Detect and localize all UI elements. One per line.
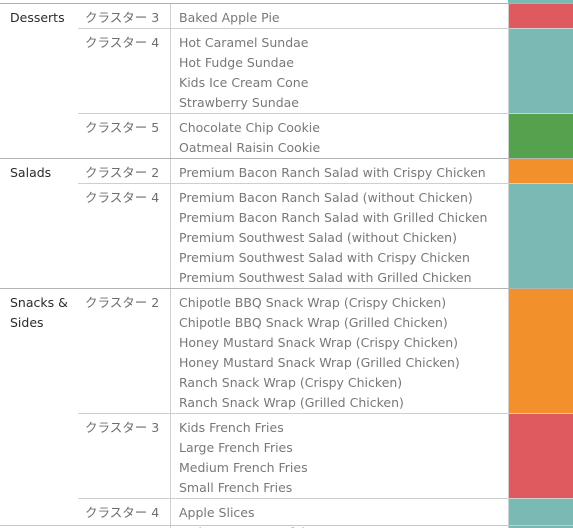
item-row[interactable]: Premium Bacon Ranch Salad with Grilled C… xyxy=(171,208,508,228)
table-bottom-rule xyxy=(0,525,573,526)
item-row[interactable]: Kids Ice Cream Cone xyxy=(171,73,508,93)
item-list: Premium Bacon Ranch Salad (without Chick… xyxy=(170,184,508,288)
partial-row-item-cell xyxy=(170,0,508,3)
cluster-color-swatch[interactable] xyxy=(508,184,573,288)
item-row[interactable]: Honey Mustard Snack Wrap (Grilled Chicke… xyxy=(171,353,508,373)
item-row[interactable]: Small French Fries xyxy=(171,478,508,498)
item-list: Chocolate Chip Cookie Oatmeal Raisin Cook… xyxy=(170,114,508,158)
item-row[interactable]: Apple Slices xyxy=(171,499,508,523)
item-list: Hot Caramel Sundae Hot Fudge Sundae Kids I… xyxy=(170,29,508,113)
category-block: Snacks & Sides クラスター 2 Chipotle BBQ Snack … xyxy=(0,289,573,528)
item-list: Baked Apple Pie xyxy=(170,4,508,28)
partial-row-color-swatch xyxy=(508,0,573,3)
cluster-color-swatch[interactable] xyxy=(508,159,573,183)
category-block: Salads クラスター 2 Premium Bacon Ranch Salad w… xyxy=(0,159,573,289)
cluster-row: クラスター 2 Premium Bacon Ranch Salad with Cr… xyxy=(78,159,573,183)
item-row[interactable]: Strawberry Sundae xyxy=(171,93,508,113)
item-row[interactable]: Hot Caramel Sundae xyxy=(171,29,508,53)
cluster-label[interactable]: クラスター 2 xyxy=(78,289,170,413)
category-block: Desserts クラスター 3 Baked Apple Pie クラスター 4 Hot… xyxy=(0,4,573,159)
cluster-label[interactable]: クラスター 4 xyxy=(78,29,170,113)
item-list: Kids French Fries Large French Fries Mediu… xyxy=(170,414,508,498)
item-row[interactable]: Premium Bacon Ranch Salad (without Chick… xyxy=(171,184,508,208)
cluster-color-swatch[interactable] xyxy=(508,29,573,113)
item-row[interactable]: Premium Southwest Salad with Grilled Chi… xyxy=(171,268,508,288)
item-row[interactable]: Medium French Fries xyxy=(171,458,508,478)
item-row[interactable]: Premium Southwest Salad with Crispy Chic… xyxy=(171,248,508,268)
partial-top-row xyxy=(0,0,573,4)
cluster-row: クラスター 2 Chipotle BBQ Snack Wrap (Crispy C… xyxy=(78,289,573,413)
item-row[interactable]: Oatmeal Raisin Cookie xyxy=(171,138,508,158)
item-row[interactable]: Chocolate Chip Cookie xyxy=(171,114,508,138)
item-list: Apple SlicesFruit 'n Yogurt ParfaitSide … xyxy=(170,499,508,528)
category-label[interactable]: Desserts xyxy=(0,4,78,158)
cluster-label[interactable]: クラスター 4 xyxy=(78,499,170,528)
cluster-row: クラスター 5 Chocolate Chip Cookie Oatmeal Rais… xyxy=(78,113,573,158)
item-row[interactable]: Chipotle BBQ Snack Wrap (Crispy Chicken) xyxy=(171,289,508,313)
cluster-label[interactable]: クラスター 2 xyxy=(78,159,170,183)
partial-row-category-cell xyxy=(0,0,78,3)
cluster-row: クラスター 4Apple SlicesFruit 'n Yogurt Parfa… xyxy=(78,498,573,528)
cluster-row: クラスター 3 Kids French Fries Large French Fri… xyxy=(78,413,573,498)
cluster-label[interactable]: クラスター 3 xyxy=(78,414,170,498)
item-list: Chipotle BBQ Snack Wrap (Crispy Chicken)… xyxy=(170,289,508,413)
category-label[interactable]: Snacks & Sides xyxy=(0,289,78,528)
cluster-color-swatch[interactable] xyxy=(508,114,573,158)
cluster-color-swatch[interactable] xyxy=(508,414,573,498)
cluster-group: クラスター 2 Chipotle BBQ Snack Wrap (Crispy C… xyxy=(78,289,573,528)
cluster-row: クラスター 4 Premium Bacon Ranch Salad (withou… xyxy=(78,183,573,288)
item-list: Premium Bacon Ranch Salad with Crispy Ch… xyxy=(170,159,508,183)
cluster-color-swatch[interactable] xyxy=(508,499,573,528)
cluster-table-view: Desserts クラスター 3 Baked Apple Pie クラスター 4 Hot… xyxy=(0,0,573,528)
item-row[interactable]: Baked Apple Pie xyxy=(171,4,508,28)
item-row[interactable]: Premium Southwest Salad (without Chicken… xyxy=(171,228,508,248)
category-label[interactable]: Salads xyxy=(0,159,78,288)
item-row[interactable]: Ranch Snack Wrap (Grilled Chicken) xyxy=(171,393,508,413)
cluster-label[interactable]: クラスター 4 xyxy=(78,184,170,288)
cluster-label[interactable]: クラスター 5 xyxy=(78,114,170,158)
item-row[interactable]: Premium Bacon Ranch Salad with Crispy Ch… xyxy=(171,159,508,183)
cluster-group: クラスター 2 Premium Bacon Ranch Salad with Cr… xyxy=(78,159,573,288)
partial-row-cluster-cell xyxy=(78,0,170,3)
item-row[interactable]: Hot Fudge Sundae xyxy=(171,53,508,73)
item-row[interactable]: Chipotle BBQ Snack Wrap (Grilled Chicken… xyxy=(171,313,508,333)
cluster-color-swatch[interactable] xyxy=(508,289,573,413)
item-row[interactable]: Honey Mustard Snack Wrap (Crispy Chicken… xyxy=(171,333,508,353)
cluster-color-swatch[interactable] xyxy=(508,4,573,28)
item-row[interactable]: Large French Fries xyxy=(171,438,508,458)
cluster-label[interactable]: クラスター 3 xyxy=(78,4,170,28)
item-row[interactable]: Ranch Snack Wrap (Crispy Chicken) xyxy=(171,373,508,393)
cluster-table-body: Desserts クラスター 3 Baked Apple Pie クラスター 4 Hot… xyxy=(0,4,573,528)
cluster-group: クラスター 3 Baked Apple Pie クラスター 4 Hot Caramel… xyxy=(78,4,573,158)
cluster-row: クラスター 3 Baked Apple Pie xyxy=(78,4,573,28)
cluster-row: クラスター 4 Hot Caramel Sundae Hot Fudge Sunda… xyxy=(78,28,573,113)
item-row[interactable]: Kids French Fries xyxy=(171,414,508,438)
